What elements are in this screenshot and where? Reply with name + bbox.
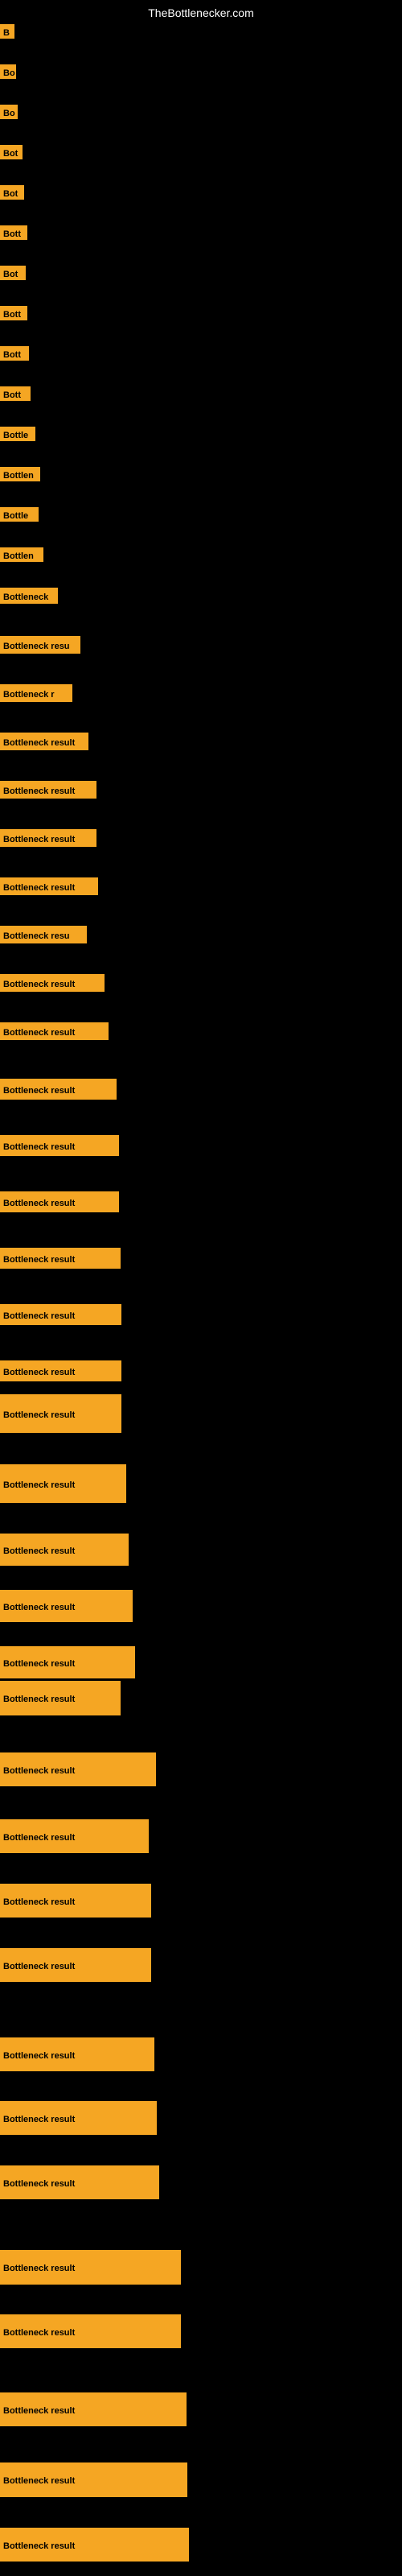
bottleneck-label-23: Bottleneck result xyxy=(0,1022,109,1040)
bottleneck-label-6: Bot xyxy=(0,266,26,280)
bottleneck-label-25: Bottleneck result xyxy=(0,1135,119,1156)
bottleneck-label-9: Bott xyxy=(0,386,31,401)
bottleneck-label-27: Bottleneck result xyxy=(0,1248,121,1269)
bottleneck-label-3: Bot xyxy=(0,145,23,159)
bottleneck-label-46: Bottleneck result xyxy=(0,2462,187,2497)
bottleneck-label-5: Bott xyxy=(0,225,27,240)
bottleneck-label-14: Bottleneck xyxy=(0,588,58,604)
bottleneck-label-17: Bottleneck result xyxy=(0,733,88,750)
bottleneck-label-30: Bottleneck result xyxy=(0,1394,121,1433)
bottleneck-label-26: Bottleneck result xyxy=(0,1191,119,1212)
bottleneck-label-42: Bottleneck result xyxy=(0,2165,159,2199)
bottleneck-label-21: Bottleneck resu xyxy=(0,926,87,943)
bottleneck-label-39: Bottleneck result xyxy=(0,1948,151,1982)
bottleneck-label-34: Bottleneck result xyxy=(0,1646,135,1678)
bottleneck-label-40: Bottleneck result xyxy=(0,2037,154,2071)
bottleneck-label-20: Bottleneck result xyxy=(0,877,98,895)
bottleneck-label-33: Bottleneck result xyxy=(0,1590,133,1622)
bottleneck-label-7: Bott xyxy=(0,306,27,320)
bottleneck-label-43: Bottleneck result xyxy=(0,2250,181,2285)
bottleneck-label-24: Bottleneck result xyxy=(0,1079,117,1100)
bottleneck-label-36: Bottleneck result xyxy=(0,1752,156,1786)
bottleneck-label-8: Bott xyxy=(0,346,29,361)
site-title: TheBottlenecker.com xyxy=(0,0,402,26)
bottleneck-label-28: Bottleneck result xyxy=(0,1304,121,1325)
bottleneck-label-2: Bo xyxy=(0,105,18,119)
bottleneck-label-45: Bottleneck result xyxy=(0,2392,187,2426)
bottleneck-label-0: B xyxy=(0,24,14,39)
bottleneck-label-12: Bottle xyxy=(0,507,39,522)
bottleneck-label-31: Bottleneck result xyxy=(0,1464,126,1503)
bottleneck-label-47: Bottleneck result xyxy=(0,2528,189,2562)
bottleneck-label-11: Bottlen xyxy=(0,467,40,481)
bottleneck-label-35: Bottleneck result xyxy=(0,1681,121,1715)
bottleneck-label-41: Bottleneck result xyxy=(0,2101,157,2135)
bottleneck-label-22: Bottleneck result xyxy=(0,974,105,992)
bottleneck-label-13: Bottlen xyxy=(0,547,43,562)
bottleneck-label-15: Bottleneck resu xyxy=(0,636,80,654)
bottleneck-label-38: Bottleneck result xyxy=(0,1884,151,1918)
bottleneck-label-16: Bottleneck r xyxy=(0,684,72,702)
bottleneck-label-18: Bottleneck result xyxy=(0,781,96,799)
bottleneck-label-1: Bo xyxy=(0,64,16,79)
bottleneck-label-29: Bottleneck result xyxy=(0,1360,121,1381)
bottleneck-label-37: Bottleneck result xyxy=(0,1819,149,1853)
bottleneck-label-19: Bottleneck result xyxy=(0,829,96,847)
bottleneck-label-10: Bottle xyxy=(0,427,35,441)
bottleneck-label-4: Bot xyxy=(0,185,24,200)
bottleneck-label-32: Bottleneck result xyxy=(0,1534,129,1566)
bottleneck-label-44: Bottleneck result xyxy=(0,2314,181,2348)
